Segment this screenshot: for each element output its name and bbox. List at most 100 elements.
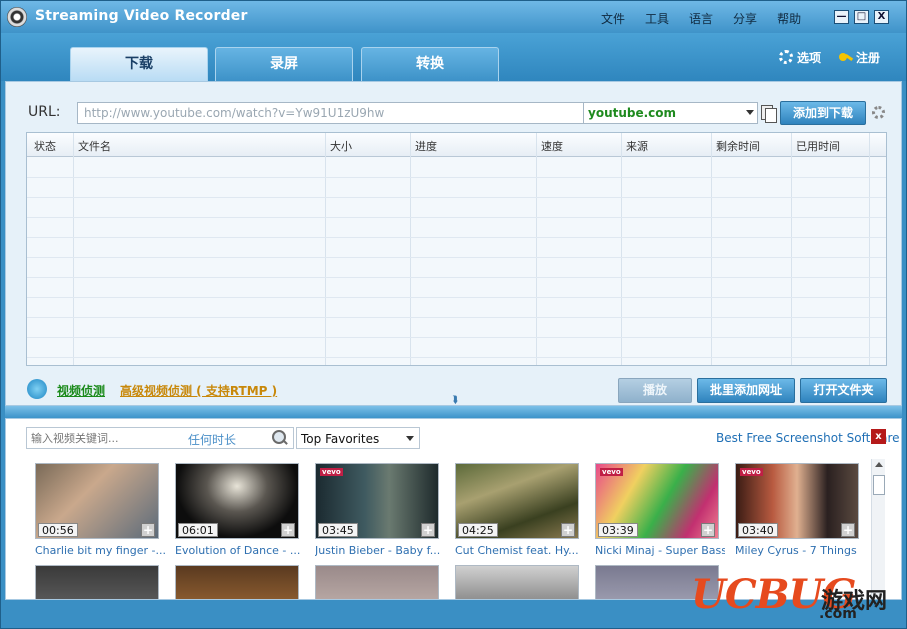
menu-bar: 文件 工具 语言 分享 帮助 <box>601 10 821 27</box>
add-icon[interactable]: + <box>141 523 155 537</box>
add-to-download-button[interactable]: 添加到下载 <box>780 101 866 125</box>
open-folder-button[interactable]: 打开文件夹 <box>800 378 887 403</box>
menu-share[interactable]: 分享 <box>733 10 757 27</box>
row-divider <box>27 177 886 178</box>
duration-filter[interactable]: 任何时长 <box>188 431 236 448</box>
close-ad-icon[interactable]: x <box>871 429 886 444</box>
column-divider <box>711 133 712 365</box>
search-icon[interactable] <box>270 429 288 447</box>
batch-add-urls-button[interactable]: 批里添加网址 <box>697 378 795 403</box>
scroll-up-icon[interactable] <box>875 462 883 467</box>
row-divider <box>27 277 886 278</box>
tab-convert[interactable]: 转换 <box>361 47 499 81</box>
url-input[interactable] <box>77 102 584 124</box>
panel-divider[interactable] <box>5 406 902 418</box>
vevo-badge: vevo <box>740 468 763 476</box>
video-title[interactable]: Nicki Minaj - Super Bass <box>595 544 725 557</box>
add-icon[interactable]: + <box>561 523 575 537</box>
video-duration: 03:40 <box>738 523 778 537</box>
table-header: 状态 文件名 大小 进度 速度 来源 剩余时间 已用时间 <box>27 133 886 157</box>
column-divider <box>410 133 411 365</box>
col-speed[interactable]: 速度 <box>541 138 563 154</box>
video-title[interactable]: Miley Cyrus - 7 Things <box>735 544 865 557</box>
download-table: 状态 文件名 大小 进度 速度 来源 剩余时间 已用时间 <box>26 132 887 366</box>
add-icon[interactable]: + <box>281 523 295 537</box>
options-button[interactable]: 选项 <box>779 49 821 66</box>
add-icon[interactable]: + <box>701 523 715 537</box>
video-thumbnail[interactable]: vevo 03:45 + <box>315 463 439 539</box>
video-thumbnail[interactable] <box>455 565 579 599</box>
col-size[interactable]: 大小 <box>330 138 352 154</box>
column-divider <box>536 133 537 365</box>
column-divider <box>869 133 870 365</box>
col-elapsed[interactable]: 已用时间 <box>796 138 840 154</box>
row-divider <box>27 197 886 198</box>
row-divider <box>27 217 886 218</box>
expand-chevron-icon[interactable]: ⮯ <box>452 395 458 406</box>
video-thumbnail[interactable]: 06:01 + <box>175 463 299 539</box>
video-title[interactable]: Charlie bit my finger -... <box>35 544 165 557</box>
watermark: UCBUG 游戏网 .com <box>691 571 901 622</box>
video-thumbnail[interactable]: vevo 03:39 + <box>595 463 719 539</box>
chevron-down-icon <box>746 110 754 115</box>
col-progress[interactable]: 进度 <box>415 138 437 154</box>
video-title[interactable]: Evolution of Dance - ... <box>175 544 305 557</box>
col-source[interactable]: 来源 <box>626 138 648 154</box>
vevo-badge: vevo <box>600 468 623 476</box>
column-divider <box>325 133 326 365</box>
scrollbar-thumb[interactable] <box>873 475 885 495</box>
video-thumbnail[interactable]: vevo 03:40 + <box>735 463 859 539</box>
settings-gear-icon[interactable] <box>872 106 885 119</box>
video-title[interactable]: Cut Chemist feat. Hy... <box>455 544 585 557</box>
video-thumbnail[interactable] <box>315 565 439 599</box>
video-duration: 03:45 <box>318 523 358 537</box>
video-title[interactable]: Justin Bieber - Baby f... <box>315 544 445 557</box>
add-icon[interactable]: + <box>841 523 855 537</box>
menu-help[interactable]: 帮助 <box>777 10 801 27</box>
row-divider <box>27 257 886 258</box>
tab-download[interactable]: 下载 <box>70 47 208 81</box>
video-thumbnail[interactable] <box>35 565 159 599</box>
video-detect-icon <box>27 379 47 399</box>
category-select-value: Top Favorites <box>301 432 380 446</box>
maximize-button[interactable]: □ <box>854 10 869 24</box>
gear-icon <box>779 50 793 64</box>
chevron-down-icon <box>406 436 414 441</box>
row-divider <box>27 357 886 358</box>
tab-strip: 下载 录屏 转换 选项 注册 <box>1 33 906 81</box>
col-filename[interactable]: 文件名 <box>78 138 111 154</box>
play-button[interactable]: 播放 <box>618 378 692 403</box>
video-thumbnail[interactable]: 00:56 + <box>35 463 159 539</box>
video-duration: 06:01 <box>178 523 218 537</box>
options-label: 选项 <box>797 51 822 65</box>
video-search-input[interactable] <box>26 427 294 449</box>
video-detect-link[interactable]: 视频侦测 <box>57 382 105 399</box>
download-panel: URL: youtube.com 添加到下载 状态 文件名 大小 进度 速度 来… <box>5 81 902 406</box>
advanced-video-detect-link[interactable]: 高级视频侦测 ( 支持RTMP ) <box>120 382 277 399</box>
close-button[interactable]: X <box>874 10 889 24</box>
url-label: URL: <box>28 104 61 120</box>
minimize-button[interactable]: — <box>834 10 849 24</box>
add-icon[interactable]: + <box>421 523 435 537</box>
row-divider <box>27 297 886 298</box>
tab-record[interactable]: 录屏 <box>215 47 353 81</box>
row-divider <box>27 337 886 338</box>
paste-icon[interactable] <box>760 103 777 123</box>
watermark-com: .com <box>819 606 857 622</box>
menu-language[interactable]: 语言 <box>689 10 713 27</box>
site-select-value: youtube.com <box>588 106 677 120</box>
menu-tools[interactable]: 工具 <box>645 10 669 27</box>
category-select[interactable]: Top Favorites <box>296 427 420 449</box>
app-title: Streaming Video Recorder <box>35 8 248 24</box>
col-status[interactable]: 状态 <box>34 138 56 154</box>
register-label: 注册 <box>856 51 881 65</box>
video-thumbnail[interactable]: 04:25 + <box>455 463 579 539</box>
row-divider <box>27 317 886 318</box>
menu-file[interactable]: 文件 <box>601 10 625 27</box>
app-window: Streaming Video Recorder 文件 工具 语言 分享 帮助 … <box>0 0 907 629</box>
col-remaining[interactable]: 剩余时间 <box>716 138 760 154</box>
register-button[interactable]: 注册 <box>839 49 880 66</box>
site-select[interactable]: youtube.com <box>583 102 758 124</box>
video-thumbnail[interactable] <box>175 565 299 599</box>
video-duration: 04:25 <box>458 523 498 537</box>
